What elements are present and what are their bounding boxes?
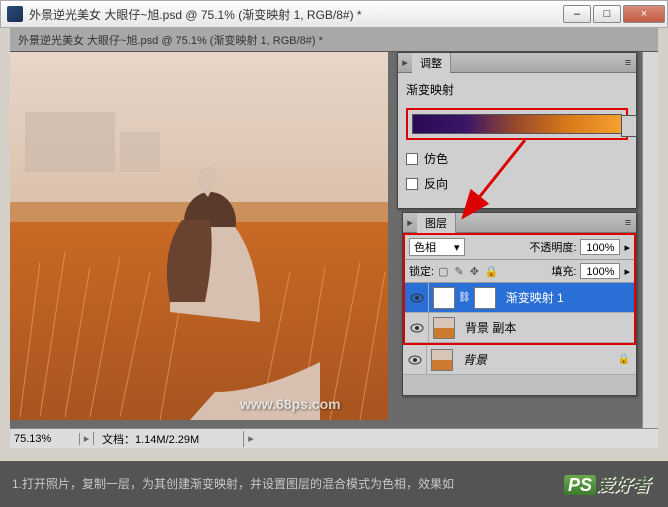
- adjustments-tab[interactable]: 调整: [412, 53, 451, 73]
- panel-menu-icon[interactable]: ≡: [620, 57, 636, 69]
- opacity-arrow-icon[interactable]: ▸: [624, 241, 630, 254]
- watermark-text: www.68ps.com: [240, 396, 341, 412]
- zoom-wedge-icon[interactable]: ▸: [80, 432, 94, 445]
- site-logo: PS爱好者: [564, 471, 650, 497]
- dither-checkbox[interactable]: 仿色: [406, 150, 628, 167]
- adjustment-title: 渐变映射: [406, 81, 628, 98]
- maximize-button[interactable]: □: [593, 5, 621, 23]
- opacity-input[interactable]: 100%: [580, 239, 620, 255]
- dither-label: 仿色: [424, 150, 448, 167]
- adjustment-thumb-icon: ◐: [433, 287, 455, 309]
- panel-menu-icon[interactable]: ≡: [620, 217, 636, 229]
- reverse-checkbox[interactable]: 反向: [406, 175, 628, 192]
- vertical-scrollbar[interactable]: [642, 52, 658, 428]
- gradient-preview[interactable]: [412, 114, 622, 134]
- logo-ps: PS: [564, 475, 596, 495]
- layers-highlight: 色相 ▾ 不透明度: 100% ▸ 锁定: ▢ ✎ ✥ 🔒 填充: 100% ▸: [403, 233, 636, 345]
- zoom-level[interactable]: 75.13%: [10, 433, 80, 445]
- visibility-toggle[interactable]: [405, 283, 429, 313]
- layer-name: 渐变映射 1: [500, 289, 564, 306]
- chevron-down-icon: ▾: [454, 241, 460, 254]
- layer-name: 背景: [457, 351, 487, 368]
- checkbox-icon: [406, 153, 418, 165]
- lock-paint-icon[interactable]: ✎: [454, 265, 463, 278]
- image-canvas[interactable]: [10, 52, 388, 420]
- lock-all-icon[interactable]: 🔒: [485, 265, 499, 278]
- fill-input[interactable]: 100%: [580, 263, 620, 279]
- layer-name: 背景 副本: [459, 319, 516, 336]
- layers-tab[interactable]: 图层: [417, 213, 456, 233]
- logo-text: 爱好者: [596, 475, 650, 495]
- collapse-icon[interactable]: ▸: [403, 216, 417, 229]
- close-button[interactable]: ×: [623, 5, 665, 23]
- layer-row[interactable]: 背景 🔒: [403, 345, 636, 375]
- caption-text: 1.打开照片，复制一层，为其创建渐变映射，并设置图层的混合模式为色相，效果如: [12, 476, 454, 492]
- layer-list-extra: 背景 🔒: [403, 345, 636, 395]
- ps-app-icon: [7, 6, 23, 22]
- gradient-row-highlight: [406, 108, 628, 140]
- visibility-toggle[interactable]: [405, 313, 429, 343]
- window-title: 外景逆光美女 大眼仔~旭.psd @ 75.1% (渐变映射 1, RGB/8#…: [29, 6, 563, 23]
- layer-row[interactable]: 背景 副本: [405, 313, 634, 343]
- collapse-icon[interactable]: ▸: [398, 56, 412, 69]
- blend-mode-dropdown[interactable]: 色相 ▾: [409, 238, 465, 256]
- window-buttons: – □ ×: [563, 5, 667, 23]
- titlebar: 外景逆光美女 大眼仔~旭.psd @ 75.1% (渐变映射 1, RGB/8#…: [0, 0, 668, 28]
- layer-thumb[interactable]: [433, 317, 455, 339]
- mask-thumb[interactable]: [474, 287, 496, 309]
- doc-size-info: 文档：1.14M/2.29M: [94, 431, 244, 447]
- layers-panel: ▸ 图层 ≡ 色相 ▾ 不透明度: 100% ▸ 锁定: ▢ ✎ ✥ 🔒 填充:: [402, 212, 637, 396]
- visibility-toggle[interactable]: [403, 345, 427, 375]
- panel-header[interactable]: ▸ 调整 ≡: [398, 53, 636, 73]
- link-icon: ⛓: [458, 292, 471, 303]
- info-arrow-icon[interactable]: ▸: [244, 432, 258, 445]
- checkbox-icon: [406, 178, 418, 190]
- fill-label: 填充:: [551, 263, 576, 279]
- lock-label: 锁定:: [409, 263, 434, 279]
- layer-list: ◐ ⛓ 渐变映射 1 背景 副本: [405, 283, 634, 343]
- panel-header[interactable]: ▸ 图层 ≡: [403, 213, 636, 233]
- document-tab[interactable]: 外景逆光美女 大眼仔~旭.psd @ 75.1% (渐变映射 1, RGB/8#…: [10, 28, 658, 52]
- lock-icon: 🔒: [618, 354, 630, 365]
- opacity-label: 不透明度:: [529, 239, 576, 255]
- fill-arrow-icon[interactable]: ▸: [624, 265, 630, 278]
- status-bar: 75.13% ▸ 文档：1.14M/2.29M ▸: [10, 428, 658, 448]
- lock-position-icon[interactable]: ✥: [470, 265, 479, 278]
- minimize-button[interactable]: –: [563, 5, 591, 23]
- adjustments-panel: ▸ 调整 ≡ 渐变映射 仿色 反向: [397, 52, 637, 209]
- blend-mode-value: 色相: [414, 239, 436, 255]
- layer-row[interactable]: ◐ ⛓ 渐变映射 1: [405, 283, 634, 313]
- lock-transparency-icon[interactable]: ▢: [438, 265, 448, 278]
- layer-thumb[interactable]: [431, 349, 453, 371]
- reverse-label: 反向: [424, 175, 448, 192]
